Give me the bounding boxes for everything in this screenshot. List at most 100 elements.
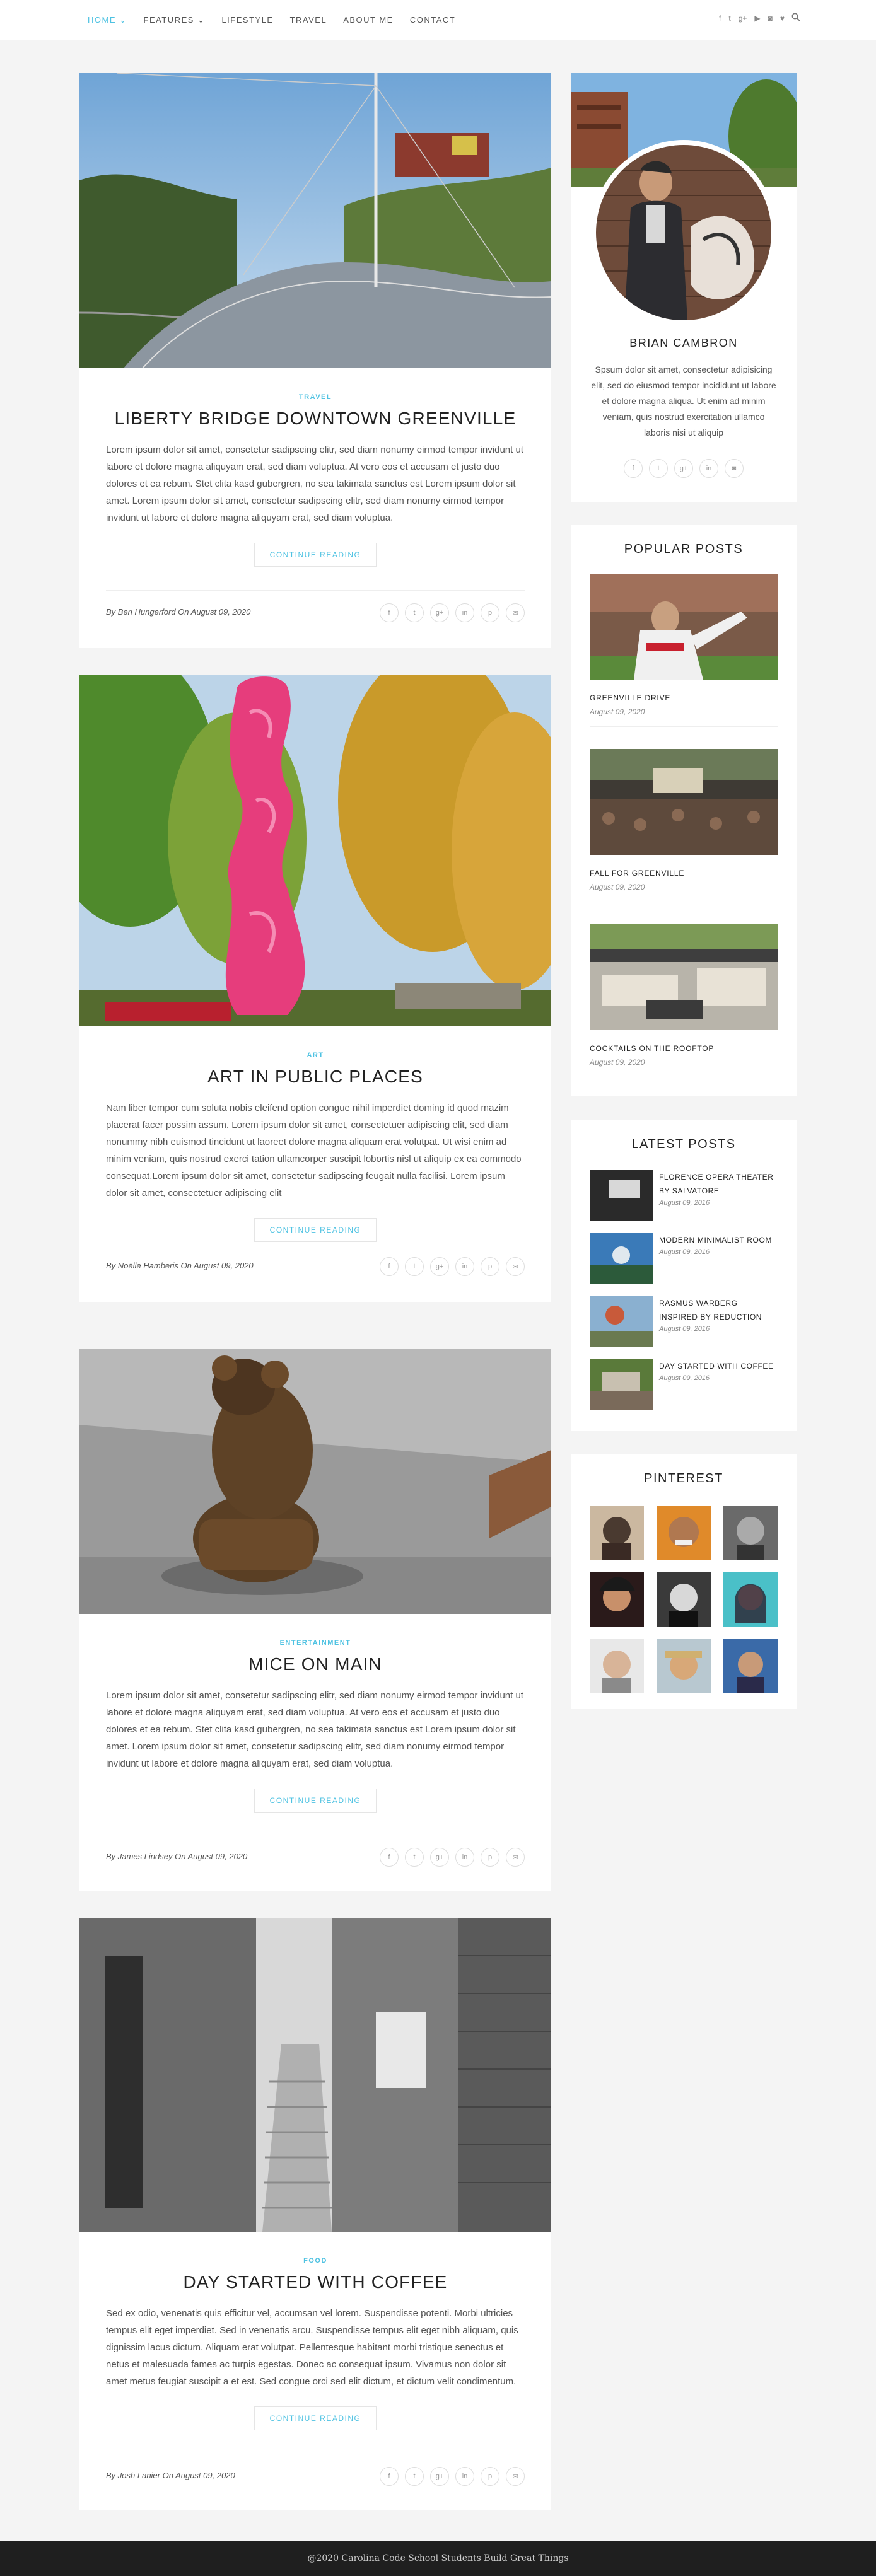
continue-reading-button[interactable]: CONTINUE READING (254, 1218, 377, 1242)
post-image-coffee-alley[interactable] (79, 1918, 551, 2232)
post-title[interactable]: LIBERTY BRIDGE DOWNTOWN GREENVILLE (106, 409, 525, 429)
post-category[interactable]: ART (106, 1052, 525, 1059)
share-pinterest-icon[interactable]: p (481, 603, 499, 622)
popular-post-title[interactable]: COCKTAILS ON THE ROOFTOP (590, 1044, 778, 1053)
pinterest-photo[interactable] (657, 1639, 711, 1693)
pinterest-photo[interactable] (723, 1506, 778, 1560)
popular-post-item[interactable]: FALL FOR GREENVILLE August 09, 2020 (590, 749, 778, 891)
continue-reading-button[interactable]: CONTINUE READING (254, 543, 377, 567)
facebook-icon[interactable]: f (624, 459, 643, 478)
latest-post-thumbnail[interactable] (590, 1359, 653, 1410)
nav-item-contact[interactable]: CONTACT (410, 15, 455, 25)
post-category[interactable]: TRAVEL (106, 393, 525, 401)
share-google-plus-icon[interactable]: g+ (430, 2467, 449, 2486)
share-email-icon[interactable]: ✉ (506, 1257, 525, 1276)
share-email-icon[interactable]: ✉ (506, 2467, 525, 2486)
share-pinterest-icon[interactable]: p (481, 2467, 499, 2486)
latest-post-date: August 09, 2016 (659, 1374, 710, 1382)
post-body: ART ART IN PUBLIC PLACES Nam liber tempo… (79, 1026, 551, 1242)
share-twitter-icon[interactable]: t (405, 2467, 424, 2486)
latest-post-title[interactable]: MODERN MINIMALIST ROOM (659, 1233, 778, 1247)
share-twitter-icon[interactable]: t (405, 1257, 424, 1276)
nav-item-travel[interactable]: TRAVEL (290, 15, 327, 25)
chevron-down-icon: ⌄ (119, 15, 127, 25)
share-pinterest-icon[interactable]: p (481, 1257, 499, 1276)
pinterest-photo[interactable] (657, 1506, 711, 1560)
pinterest-photo[interactable] (723, 1639, 778, 1693)
pinterest-photo[interactable] (657, 1572, 711, 1627)
heart-icon[interactable]: ♥ (780, 14, 785, 23)
post-title[interactable]: MICE ON MAIN (106, 1654, 525, 1674)
popular-post-title[interactable]: GREENVILLE DRIVE (590, 693, 778, 702)
latest-post-thumbnail[interactable] (590, 1233, 653, 1284)
linkedin-icon[interactable]: in (699, 459, 718, 478)
share-linkedin-icon[interactable]: in (455, 603, 474, 622)
nav-item-home[interactable]: HOME ⌄ (88, 15, 127, 25)
popular-post-thumbnail[interactable] (590, 574, 778, 680)
pinterest-photo[interactable] (590, 1506, 644, 1560)
share-facebook-icon[interactable]: f (380, 1257, 399, 1276)
popular-post-item[interactable]: GREENVILLE DRIVE August 09, 2020 (590, 574, 778, 716)
share-email-icon[interactable]: ✉ (506, 1848, 525, 1867)
share-twitter-icon[interactable]: t (405, 603, 424, 622)
popular-post-item[interactable]: COCKTAILS ON THE ROOFTOP August 09, 2020 (590, 924, 778, 1067)
popular-post-title[interactable]: FALL FOR GREENVILLE (590, 869, 778, 878)
widget-title: PINTEREST (644, 1471, 723, 1485)
nav-item-about-me[interactable]: ABOUT ME (343, 15, 394, 25)
author-avatar[interactable] (596, 145, 771, 320)
search-icon[interactable] (791, 13, 800, 21)
latest-post-title[interactable]: RASMUS WARBERG INSPIRED BY REDUCTION (659, 1296, 778, 1324)
nav-item-features[interactable]: FEATURES ⌄ (144, 15, 206, 25)
post-image-art-sculpture[interactable] (79, 675, 551, 1026)
nav-item-lifestyle[interactable]: LIFESTYLE (221, 15, 273, 25)
popular-post-thumbnail[interactable] (590, 749, 778, 855)
share-google-plus-icon[interactable]: g+ (430, 1257, 449, 1276)
latest-post-thumbnail[interactable] (590, 1170, 653, 1221)
youtube-icon[interactable]: ▶ (754, 14, 760, 23)
share-google-plus-icon[interactable]: g+ (430, 603, 449, 622)
pinterest-photo[interactable] (590, 1639, 644, 1693)
share-linkedin-icon[interactable]: in (455, 2467, 474, 2486)
twitter-icon[interactable]: t (649, 459, 668, 478)
latest-post-title[interactable]: DAY STARTED WITH COFFEE (659, 1359, 778, 1373)
share-linkedin-icon[interactable]: in (455, 1848, 474, 1867)
google-plus-icon[interactable]: g+ (739, 14, 747, 23)
pinterest-photo[interactable] (723, 1572, 778, 1627)
post-title[interactable]: ART IN PUBLIC PLACES (106, 1067, 525, 1087)
post-body: FOOD DAY STARTED WITH COFFEE Sed ex odio… (79, 2232, 551, 2430)
share-facebook-icon[interactable]: f (380, 2467, 399, 2486)
google-plus-icon[interactable]: g+ (674, 459, 693, 478)
twitter-icon[interactable]: t (728, 14, 730, 23)
post-author-date: By Ben Hungerford On August 09, 2020 (106, 607, 251, 617)
post-card: ART ART IN PUBLIC PLACES Nam liber tempo… (79, 675, 551, 1302)
popular-post-thumbnail[interactable] (590, 924, 778, 1030)
instagram-icon[interactable]: ◙ (768, 14, 773, 23)
post-image-mice-on-main[interactable] (79, 1349, 551, 1614)
pinterest-photo[interactable] (590, 1572, 644, 1627)
share-linkedin-icon[interactable]: in (455, 1257, 474, 1276)
continue-reading-button[interactable]: CONTINUE READING (254, 1789, 377, 1813)
post-title[interactable]: DAY STARTED WITH COFFEE (106, 2272, 525, 2292)
latest-post-item[interactable]: DAY STARTED WITH COFFEE August 09, 2016 (590, 1359, 778, 1410)
nav-social-links: f t g+ ▶ ◙ ♥ (719, 14, 785, 23)
latest-post-title[interactable]: FLORENCE OPERA THEATER BY SALVATORE (659, 1170, 778, 1198)
continue-reading-button[interactable]: CONTINUE READING (254, 2406, 377, 2430)
latest-post-thumbnail[interactable] (590, 1296, 653, 1347)
latest-post-item[interactable]: FLORENCE OPERA THEATER BY SALVATORE Augu… (590, 1170, 778, 1221)
share-pinterest-icon[interactable]: p (481, 1848, 499, 1867)
post-excerpt: Nam liber tempor cum soluta nobis eleife… (106, 1103, 522, 1198)
share-email-icon[interactable]: ✉ (506, 603, 525, 622)
post-image-liberty-bridge[interactable] (79, 73, 551, 368)
post-category[interactable]: FOOD (106, 2257, 525, 2265)
post-author-date: By Josh Lanier On August 09, 2020 (106, 2471, 235, 2480)
post-category[interactable]: ENTERTAINMENT (106, 1639, 525, 1647)
instagram-icon[interactable]: ◙ (725, 459, 744, 478)
latest-post-item[interactable]: RASMUS WARBERG INSPIRED BY REDUCTION Aug… (590, 1296, 778, 1347)
share-google-plus-icon[interactable]: g+ (430, 1848, 449, 1867)
facebook-icon[interactable]: f (719, 14, 721, 23)
share-facebook-icon[interactable]: f (380, 603, 399, 622)
top-navigation: HOME ⌄ FEATURES ⌄ LIFESTYLE TRAVEL ABOUT… (0, 0, 876, 40)
share-facebook-icon[interactable]: f (380, 1848, 399, 1867)
share-twitter-icon[interactable]: t (405, 1848, 424, 1867)
latest-post-item[interactable]: MODERN MINIMALIST ROOM August 09, 2016 (590, 1233, 778, 1284)
